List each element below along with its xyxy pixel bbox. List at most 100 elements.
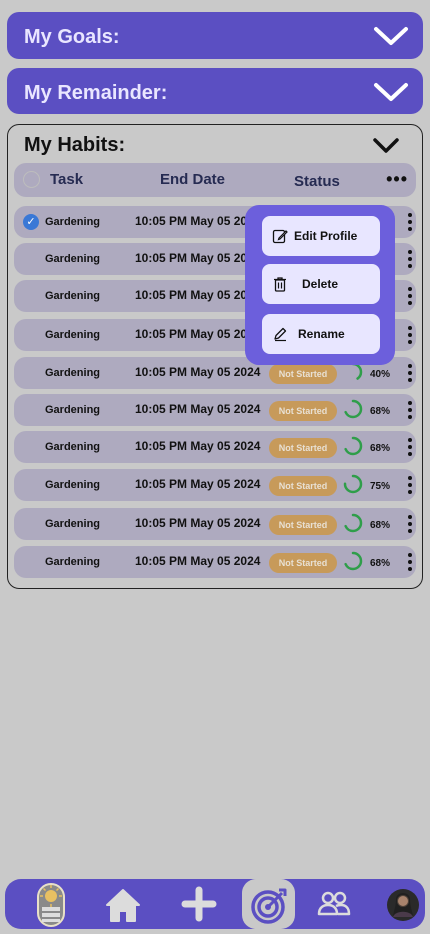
home-icon[interactable] bbox=[103, 879, 143, 929]
habit-end-time: 10:05 PM bbox=[135, 327, 188, 341]
habit-end-day: May 05 2024 bbox=[190, 516, 261, 530]
row-menu-icon[interactable] bbox=[408, 437, 412, 457]
habit-task-name: Gardening bbox=[45, 441, 101, 453]
row-menu-icon[interactable] bbox=[408, 286, 412, 306]
row-menu-icon[interactable] bbox=[408, 249, 412, 269]
habit-end-day: May 05 2024 bbox=[190, 365, 261, 379]
progress-ring-icon bbox=[343, 513, 363, 533]
habit-row[interactable]: Gardening 10:05 PM May 05 2024 Not Started… bbox=[14, 469, 416, 501]
bottom-nav bbox=[5, 879, 425, 929]
status-badge[interactable]: Not Started bbox=[269, 476, 337, 496]
remainder-panel[interactable]: My Remainder: bbox=[7, 68, 423, 114]
status-badge[interactable]: Not Started bbox=[269, 364, 337, 384]
edit-profile-label: Edit Profile bbox=[294, 229, 358, 243]
habit-task-name: Gardening bbox=[45, 367, 101, 379]
progress-percent: 68% bbox=[370, 406, 391, 417]
habit-end-day: May 05 2024 bbox=[190, 477, 261, 491]
target-icon[interactable] bbox=[242, 879, 295, 929]
habit-end-date: 10:05 PM May 05 2024 bbox=[135, 439, 260, 453]
add-icon[interactable] bbox=[179, 879, 219, 929]
remainder-title: My Remainder: bbox=[24, 82, 168, 104]
habit-end-day: May 05 2024 bbox=[190, 439, 261, 453]
habit-task-name: Gardening bbox=[45, 518, 101, 530]
habit-end-date: 10:05 PM May 05 2024 bbox=[135, 402, 260, 416]
profile-avatar[interactable] bbox=[386, 879, 420, 929]
habit-row[interactable]: Gardening 10:05 PM May 05 2024 Not Started… bbox=[14, 431, 416, 463]
row-menu-icon[interactable] bbox=[408, 400, 412, 420]
goals-panel[interactable]: My Goals: bbox=[7, 12, 423, 59]
habit-end-date: 10:05 PM May 05 2024 bbox=[135, 477, 260, 491]
habits-title: My Habits: bbox=[24, 134, 126, 156]
trash-icon bbox=[274, 277, 286, 292]
row-menu-icon[interactable] bbox=[408, 552, 412, 572]
habit-end-time: 10:05 PM bbox=[135, 477, 188, 491]
habit-end-date: 10:05 PM May 05 2024 bbox=[135, 214, 260, 228]
habit-end-date: 10:05 PM May 05 2024 bbox=[135, 554, 260, 568]
progress-percent: 68% bbox=[370, 520, 391, 531]
users-icon[interactable] bbox=[316, 879, 352, 929]
habit-end-time: 10:05 PM bbox=[135, 402, 188, 416]
select-all-checkbox[interactable] bbox=[23, 171, 40, 188]
status-badge[interactable]: Not Started bbox=[269, 515, 337, 535]
habit-end-time: 10:05 PM bbox=[135, 554, 188, 568]
pencil-icon bbox=[274, 327, 287, 342]
habit-task-name: Gardening bbox=[45, 404, 101, 416]
habit-end-time: 10:05 PM bbox=[135, 288, 188, 302]
row-menu-icon[interactable] bbox=[408, 475, 412, 495]
habit-end-date: 10:05 PM May 05 2024 bbox=[135, 251, 260, 265]
row-menu-icon[interactable] bbox=[408, 212, 412, 232]
habit-end-time: 10:05 PM bbox=[135, 516, 188, 530]
habit-end-time: 10:05 PM bbox=[135, 251, 188, 265]
rename-label: Rename bbox=[298, 327, 345, 341]
edit-profile-menu-item[interactable]: Edit Profile bbox=[262, 216, 380, 256]
progress-ring-icon bbox=[343, 474, 363, 494]
chevron-down-icon[interactable] bbox=[373, 82, 409, 102]
column-header-status[interactable]: Status bbox=[294, 173, 340, 190]
progress-ring-icon bbox=[343, 436, 363, 456]
status-badge[interactable]: Not Started bbox=[269, 553, 337, 573]
delete-menu-item[interactable]: Delete bbox=[262, 264, 380, 304]
habit-end-day: May 05 2024 bbox=[190, 554, 261, 568]
habit-end-time: 10:05 PM bbox=[135, 439, 188, 453]
edit-icon bbox=[272, 229, 288, 244]
habit-end-date: 10:05 PM May 05 2024 bbox=[135, 327, 260, 341]
progress-ring-icon bbox=[343, 551, 363, 571]
progress-ring-icon bbox=[343, 399, 363, 419]
goals-title: My Goals: bbox=[24, 26, 120, 48]
progress-percent: 40% bbox=[370, 369, 391, 380]
row-menu-icon[interactable] bbox=[408, 363, 412, 383]
progress-percent: 75% bbox=[370, 481, 391, 492]
habit-row[interactable]: Gardening 10:05 PM May 05 2024 Not Started… bbox=[14, 546, 416, 578]
habits-table-header: Task End Date Status ••• bbox=[14, 163, 416, 197]
habit-row[interactable]: Gardening 10:05 PM May 05 2024 Not Started… bbox=[14, 394, 416, 426]
progress-percent: 68% bbox=[370, 443, 391, 454]
row-checkbox[interactable]: ✓ bbox=[23, 214, 39, 230]
row-menu-icon[interactable] bbox=[408, 325, 412, 345]
habit-end-date: 10:05 PM May 05 2024 bbox=[135, 288, 260, 302]
status-badge[interactable]: Not Started bbox=[269, 401, 337, 421]
chevron-down-icon[interactable] bbox=[373, 26, 409, 46]
delete-label: Delete bbox=[302, 277, 339, 291]
habit-task-name: Gardening bbox=[45, 329, 101, 341]
column-header-end-date[interactable]: End Date bbox=[160, 171, 225, 188]
habit-end-day: May 05 2024 bbox=[190, 402, 261, 416]
habit-end-date: 10:05 PM May 05 2024 bbox=[135, 516, 260, 530]
chevron-down-icon[interactable] bbox=[372, 137, 400, 155]
habit-end-time: 10:05 PM bbox=[135, 214, 188, 228]
rename-menu-item[interactable]: Rename bbox=[262, 314, 380, 354]
habit-end-date: 10:05 PM May 05 2024 bbox=[135, 365, 260, 379]
more-options-icon[interactable]: ••• bbox=[386, 169, 408, 190]
row-menu-icon[interactable] bbox=[408, 514, 412, 534]
habit-end-time: 10:05 PM bbox=[135, 365, 188, 379]
habit-task-name: Gardening bbox=[45, 556, 101, 568]
habit-task-name: Gardening bbox=[45, 290, 101, 302]
app-logo-icon[interactable] bbox=[33, 879, 69, 929]
habit-row[interactable]: Gardening 10:05 PM May 05 2024 Not Started… bbox=[14, 508, 416, 540]
progress-percent: 68% bbox=[370, 558, 391, 569]
status-badge[interactable]: Not Started bbox=[269, 438, 337, 458]
row-context-menu: Edit Profile Delete Rename bbox=[245, 205, 395, 365]
habit-task-name: Gardening bbox=[45, 253, 101, 265]
column-header-task[interactable]: Task bbox=[50, 171, 83, 188]
habit-task-name: Gardening bbox=[45, 479, 101, 491]
habit-task-name: Gardening bbox=[45, 216, 101, 228]
